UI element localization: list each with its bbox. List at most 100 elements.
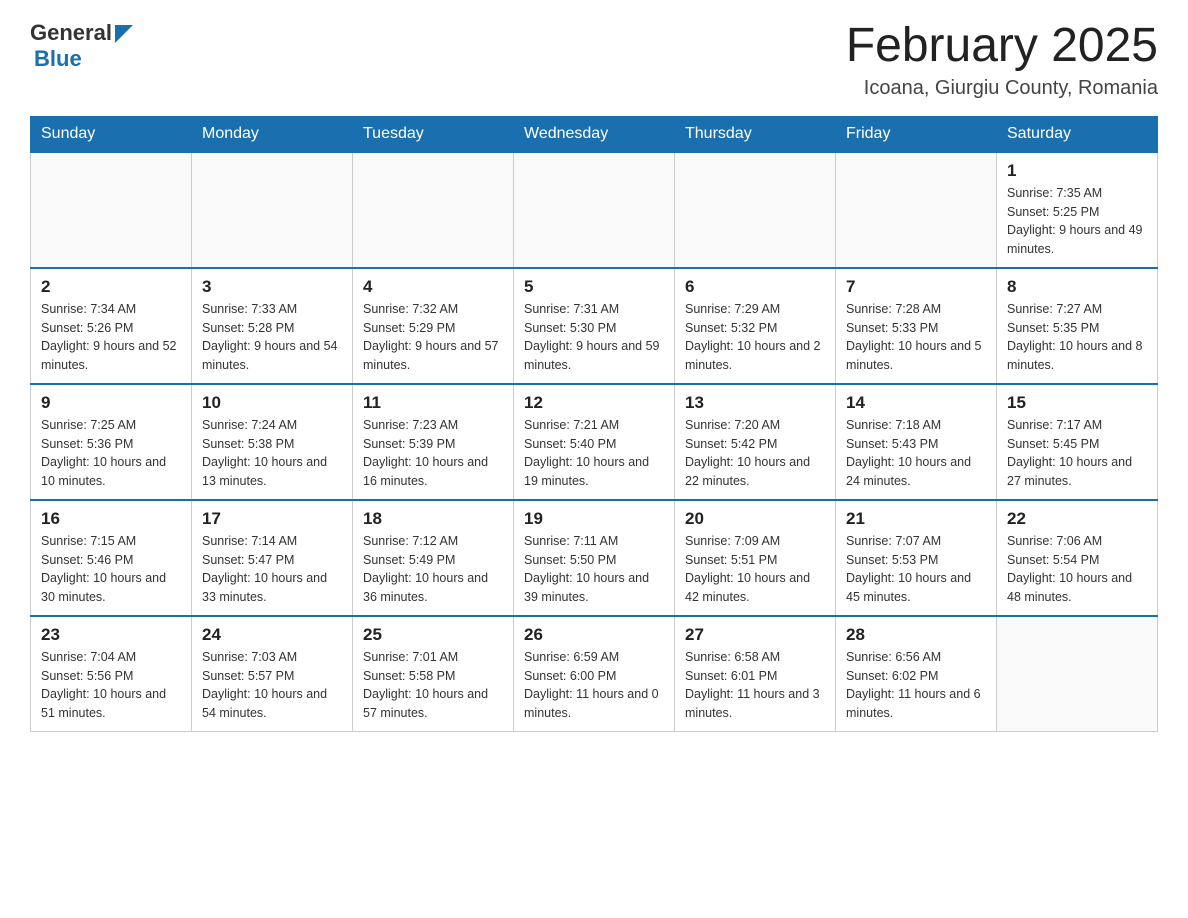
calendar-cell: 14 Sunrise: 7:18 AMSunset: 5:43 PMDayligh… bbox=[836, 384, 997, 500]
day-info: Sunrise: 7:17 AMSunset: 5:45 PMDaylight:… bbox=[1007, 416, 1147, 491]
day-info: Sunrise: 7:23 AMSunset: 5:39 PMDaylight:… bbox=[363, 416, 503, 491]
calendar-cell: 3 Sunrise: 7:33 AMSunset: 5:28 PMDaylight… bbox=[192, 268, 353, 384]
day-number: 3 bbox=[202, 277, 342, 297]
day-number: 20 bbox=[685, 509, 825, 529]
calendar-cell: 8 Sunrise: 7:27 AMSunset: 5:35 PMDaylight… bbox=[997, 268, 1158, 384]
day-number: 26 bbox=[524, 625, 664, 645]
calendar-cell: 28 Sunrise: 6:56 AMSunset: 6:02 PMDayligh… bbox=[836, 616, 997, 732]
day-info: Sunrise: 7:11 AMSunset: 5:50 PMDaylight:… bbox=[524, 532, 664, 607]
calendar-cell: 6Sunrise: 7:29 AMSunset: 5:32 PMDaylight… bbox=[675, 268, 836, 384]
day-number: 10 bbox=[202, 393, 342, 413]
logo-arrow-icon bbox=[115, 25, 133, 43]
calendar-cell: 11 Sunrise: 7:23 AMSunset: 5:39 PMDayligh… bbox=[353, 384, 514, 500]
day-number: 28 bbox=[846, 625, 986, 645]
calendar-cell: 27 Sunrise: 6:58 AMSunset: 6:01 PMDayligh… bbox=[675, 616, 836, 732]
month-title: February 2025 bbox=[846, 20, 1158, 73]
calendar-cell: 19 Sunrise: 7:11 AMSunset: 5:50 PMDayligh… bbox=[514, 500, 675, 616]
day-info: Sunrise: 7:09 AMSunset: 5:51 PMDaylight:… bbox=[685, 532, 825, 607]
day-number: 15 bbox=[1007, 393, 1147, 413]
day-number: 16 bbox=[41, 509, 181, 529]
day-number: 22 bbox=[1007, 509, 1147, 529]
day-number: 1 bbox=[1007, 161, 1147, 181]
day-header-saturday: Saturday bbox=[997, 116, 1158, 152]
day-header-friday: Friday bbox=[836, 116, 997, 152]
calendar-cell: 12Sunrise: 7:21 AMSunset: 5:40 PMDayligh… bbox=[514, 384, 675, 500]
day-header-wednesday: Wednesday bbox=[514, 116, 675, 152]
day-info: Sunrise: 7:32 AMSunset: 5:29 PMDaylight:… bbox=[363, 300, 503, 375]
calendar-cell: 25 Sunrise: 7:01 AMSunset: 5:58 PMDayligh… bbox=[353, 616, 514, 732]
calendar-week-row: 1 Sunrise: 7:35 AMSunset: 5:25 PMDaylight… bbox=[31, 152, 1158, 268]
calendar-cell: 20 Sunrise: 7:09 AMSunset: 5:51 PMDayligh… bbox=[675, 500, 836, 616]
day-info: Sunrise: 7:04 AMSunset: 5:56 PMDaylight:… bbox=[41, 648, 181, 723]
day-info: Sunrise: 7:33 AMSunset: 5:28 PMDaylight:… bbox=[202, 300, 342, 375]
calendar-cell: 23 Sunrise: 7:04 AMSunset: 5:56 PMDayligh… bbox=[31, 616, 192, 732]
calendar-cell: 5 Sunrise: 7:31 AMSunset: 5:30 PMDaylight… bbox=[514, 268, 675, 384]
day-info: Sunrise: 7:34 AMSunset: 5:26 PMDaylight:… bbox=[41, 300, 181, 375]
calendar-week-row: 23 Sunrise: 7:04 AMSunset: 5:56 PMDayligh… bbox=[31, 616, 1158, 732]
calendar-cell: 26Sunrise: 6:59 AMSunset: 6:00 PMDayligh… bbox=[514, 616, 675, 732]
day-number: 8 bbox=[1007, 277, 1147, 297]
calendar-cell: 16 Sunrise: 7:15 AMSunset: 5:46 PMDayligh… bbox=[31, 500, 192, 616]
day-info: Sunrise: 7:35 AMSunset: 5:25 PMDaylight:… bbox=[1007, 184, 1147, 259]
day-number: 5 bbox=[524, 277, 664, 297]
calendar-cell: 1 Sunrise: 7:35 AMSunset: 5:25 PMDaylight… bbox=[997, 152, 1158, 268]
title-section: February 2025 Icoana, Giurgiu County, Ro… bbox=[846, 20, 1158, 100]
calendar-cell: 10 Sunrise: 7:24 AMSunset: 5:38 PMDayligh… bbox=[192, 384, 353, 500]
day-number: 14 bbox=[846, 393, 986, 413]
day-header-monday: Monday bbox=[192, 116, 353, 152]
calendar-cell: 18Sunrise: 7:12 AMSunset: 5:49 PMDayligh… bbox=[353, 500, 514, 616]
day-number: 4 bbox=[363, 277, 503, 297]
day-number: 23 bbox=[41, 625, 181, 645]
calendar-cell: 22 Sunrise: 7:06 AMSunset: 5:54 PMDayligh… bbox=[997, 500, 1158, 616]
calendar-week-row: 2 Sunrise: 7:34 AMSunset: 5:26 PMDaylight… bbox=[31, 268, 1158, 384]
calendar-week-row: 9 Sunrise: 7:25 AMSunset: 5:36 PMDaylight… bbox=[31, 384, 1158, 500]
day-number: 21 bbox=[846, 509, 986, 529]
day-number: 19 bbox=[524, 509, 664, 529]
calendar-header-row: SundayMondayTuesdayWednesdayThursdayFrid… bbox=[31, 116, 1158, 152]
calendar-cell: 2 Sunrise: 7:34 AMSunset: 5:26 PMDaylight… bbox=[31, 268, 192, 384]
calendar-cell: 15 Sunrise: 7:17 AMSunset: 5:45 PMDayligh… bbox=[997, 384, 1158, 500]
day-info: Sunrise: 7:21 AMSunset: 5:40 PMDaylight:… bbox=[524, 416, 664, 491]
calendar-cell: 4 Sunrise: 7:32 AMSunset: 5:29 PMDaylight… bbox=[353, 268, 514, 384]
day-info: Sunrise: 7:01 AMSunset: 5:58 PMDaylight:… bbox=[363, 648, 503, 723]
day-number: 9 bbox=[41, 393, 181, 413]
day-info: Sunrise: 7:28 AMSunset: 5:33 PMDaylight:… bbox=[846, 300, 986, 375]
logo-general-text: General bbox=[30, 20, 112, 46]
day-info: Sunrise: 7:18 AMSunset: 5:43 PMDaylight:… bbox=[846, 416, 986, 491]
day-number: 25 bbox=[363, 625, 503, 645]
day-info: Sunrise: 7:14 AMSunset: 5:47 PMDaylight:… bbox=[202, 532, 342, 607]
day-number: 2 bbox=[41, 277, 181, 297]
calendar-cell bbox=[514, 152, 675, 268]
day-info: Sunrise: 7:15 AMSunset: 5:46 PMDaylight:… bbox=[41, 532, 181, 607]
day-info: Sunrise: 7:31 AMSunset: 5:30 PMDaylight:… bbox=[524, 300, 664, 375]
calendar-cell bbox=[353, 152, 514, 268]
day-info: Sunrise: 7:06 AMSunset: 5:54 PMDaylight:… bbox=[1007, 532, 1147, 607]
day-info: Sunrise: 7:29 AMSunset: 5:32 PMDaylight:… bbox=[685, 300, 825, 375]
day-info: Sunrise: 7:12 AMSunset: 5:49 PMDaylight:… bbox=[363, 532, 503, 607]
day-header-thursday: Thursday bbox=[675, 116, 836, 152]
day-number: 11 bbox=[363, 393, 503, 413]
calendar-cell bbox=[836, 152, 997, 268]
logo: General Blue bbox=[30, 20, 133, 72]
day-number: 13 bbox=[685, 393, 825, 413]
calendar-cell bbox=[675, 152, 836, 268]
day-header-sunday: Sunday bbox=[31, 116, 192, 152]
day-number: 24 bbox=[202, 625, 342, 645]
day-info: Sunrise: 7:24 AMSunset: 5:38 PMDaylight:… bbox=[202, 416, 342, 491]
day-number: 17 bbox=[202, 509, 342, 529]
calendar-cell bbox=[192, 152, 353, 268]
day-info: Sunrise: 6:58 AMSunset: 6:01 PMDaylight:… bbox=[685, 648, 825, 723]
calendar-cell: 17 Sunrise: 7:14 AMSunset: 5:47 PMDayligh… bbox=[192, 500, 353, 616]
day-number: 7 bbox=[846, 277, 986, 297]
calendar-cell: 21 Sunrise: 7:07 AMSunset: 5:53 PMDayligh… bbox=[836, 500, 997, 616]
day-info: Sunrise: 6:56 AMSunset: 6:02 PMDaylight:… bbox=[846, 648, 986, 723]
day-info: Sunrise: 7:25 AMSunset: 5:36 PMDaylight:… bbox=[41, 416, 181, 491]
day-info: Sunrise: 7:07 AMSunset: 5:53 PMDaylight:… bbox=[846, 532, 986, 607]
calendar-cell bbox=[997, 616, 1158, 732]
calendar-table: SundayMondayTuesdayWednesdayThursdayFrid… bbox=[30, 116, 1158, 732]
calendar-week-row: 16 Sunrise: 7:15 AMSunset: 5:46 PMDayligh… bbox=[31, 500, 1158, 616]
calendar-cell: 13Sunrise: 7:20 AMSunset: 5:42 PMDayligh… bbox=[675, 384, 836, 500]
calendar-cell: 9 Sunrise: 7:25 AMSunset: 5:36 PMDaylight… bbox=[31, 384, 192, 500]
day-info: Sunrise: 7:27 AMSunset: 5:35 PMDaylight:… bbox=[1007, 300, 1147, 375]
day-number: 27 bbox=[685, 625, 825, 645]
